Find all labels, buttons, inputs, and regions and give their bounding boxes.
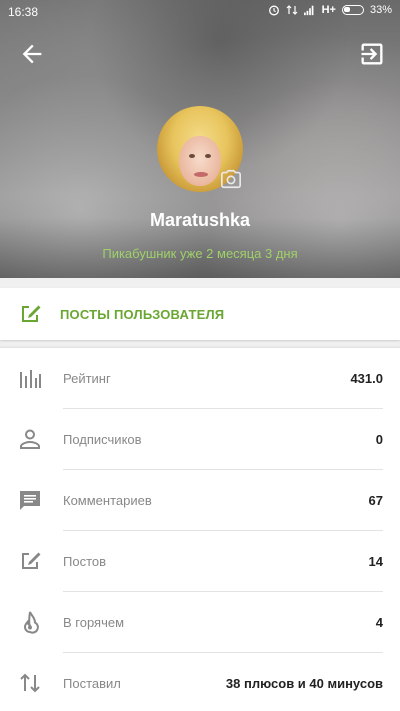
stat-label: Комментариев bbox=[63, 493, 152, 508]
avatar-face bbox=[179, 136, 221, 186]
alarm-icon bbox=[268, 5, 279, 16]
stat-value: 67 bbox=[368, 493, 383, 508]
stat-row-votes: Поставил 38 плюсов и 40 минусов bbox=[0, 653, 400, 711]
username: Maratushka bbox=[149, 210, 251, 230]
avatar-eye-left bbox=[189, 154, 195, 158]
avatar-mouth bbox=[194, 172, 208, 177]
swap-vertical-icon bbox=[20, 673, 40, 693]
comment-icon bbox=[20, 491, 40, 510]
camera-icon[interactable] bbox=[220, 168, 242, 190]
stat-value: 431.0 bbox=[350, 371, 383, 386]
user-posts-label: ПОСТЫ ПОЛЬЗОВАТЕЛЯ bbox=[60, 306, 225, 322]
status-icons: H+ 33% bbox=[268, 4, 392, 16]
stat-value: 0 bbox=[375, 432, 383, 447]
stat-value: 4 bbox=[375, 615, 383, 630]
bar-chart-icon bbox=[20, 370, 41, 388]
stat-row-subscribers: Подписчиков 0 bbox=[0, 409, 400, 470]
stat-row-comments: Комментариев 67 bbox=[0, 470, 400, 531]
battery-icon bbox=[341, 5, 364, 15]
stat-row-rating: Рейтинг 431.0 bbox=[0, 348, 400, 409]
stat-row-posts: Постов 14 bbox=[0, 531, 400, 592]
user-posts-button[interactable]: ПОСТЫ ПОЛЬЗОВАТЕЛЯ bbox=[0, 288, 400, 340]
battery-percent: 33% bbox=[369, 4, 392, 16]
person-icon bbox=[20, 429, 40, 449]
status-time: 16:38 bbox=[8, 5, 39, 19]
edit-square-icon bbox=[22, 305, 41, 322]
logout-icon[interactable] bbox=[358, 40, 386, 68]
stat-label: Подписчиков bbox=[63, 432, 142, 447]
edit-square-icon bbox=[22, 552, 41, 569]
flame-icon bbox=[23, 611, 39, 634]
stats-list: Рейтинг 431.0 Подписчиков 0 Комментариев… bbox=[0, 348, 400, 711]
tenure-text: Пикабушник уже 2 месяца 3 дня bbox=[102, 246, 298, 261]
data-transfer-icon bbox=[286, 5, 298, 15]
network-type: H+ bbox=[321, 4, 336, 16]
stat-label: Поставил bbox=[63, 676, 121, 691]
stat-label: В горячем bbox=[63, 615, 125, 630]
signal-icon bbox=[303, 5, 314, 16]
stat-value: 38 плюсов и 40 минусов bbox=[225, 676, 383, 691]
stat-value: 14 bbox=[368, 554, 383, 569]
avatar-eye-right bbox=[205, 154, 211, 158]
back-arrow-icon[interactable] bbox=[18, 40, 46, 68]
stat-label: Рейтинг bbox=[63, 371, 111, 386]
stat-label: Постов bbox=[63, 554, 107, 569]
stat-row-hot: В горячем 4 bbox=[0, 592, 400, 653]
status-bar: 16:38 H+ 33% bbox=[0, 0, 400, 24]
